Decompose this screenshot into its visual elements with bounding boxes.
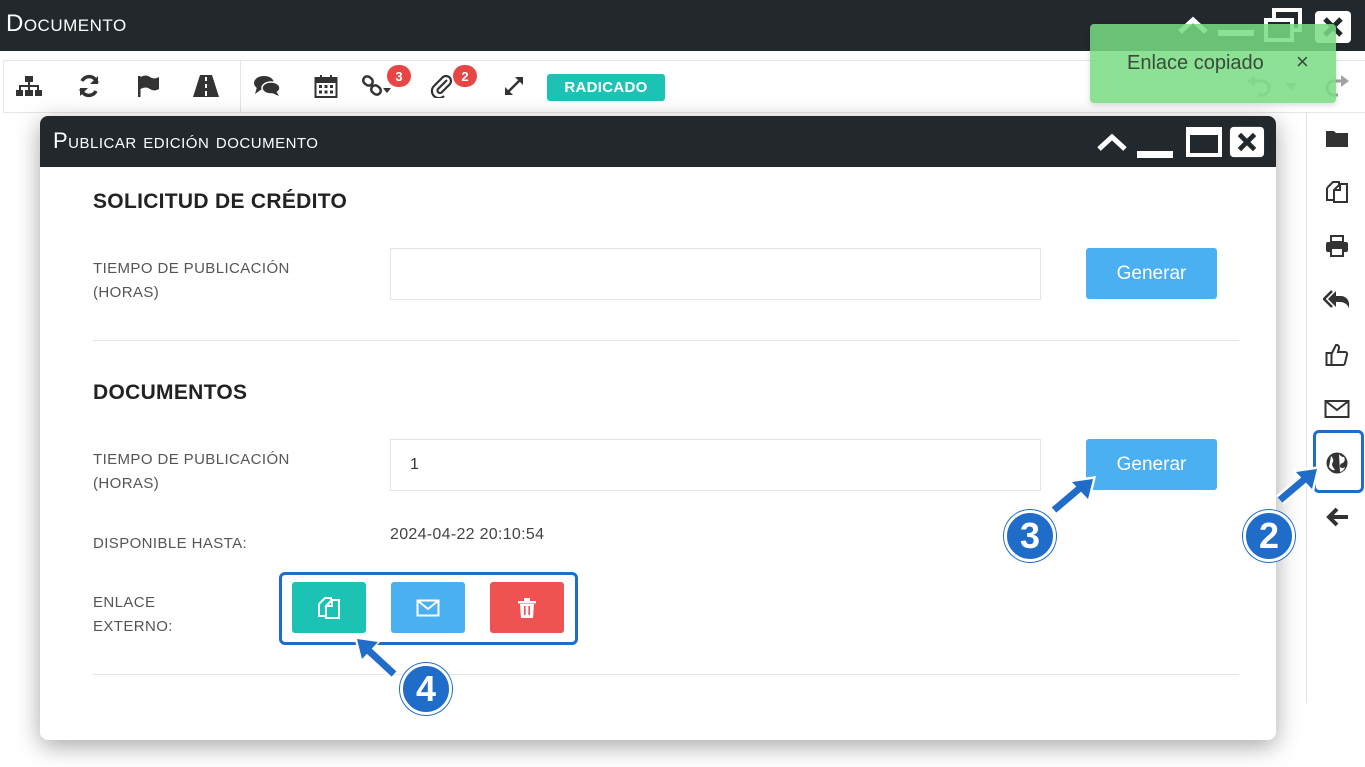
dialog-close-icon[interactable] [1229, 126, 1265, 158]
status-badge: RADICADO [547, 74, 665, 101]
email-icon[interactable] [1322, 394, 1352, 424]
documents-generate-button[interactable]: Generar [1086, 439, 1217, 490]
label-line: EXTERNO: [93, 618, 173, 635]
annotation-arrow-2 [1276, 466, 1320, 505]
links-count-badge: 3 [387, 65, 411, 87]
documents-publication-time-label: TIEMPO DE PUBLICACIÓN (HORAS) [93, 448, 290, 496]
calendar-icon[interactable] [311, 73, 341, 99]
label-line: (HORAS) [93, 284, 160, 301]
toolbar-separator [240, 61, 241, 113]
dialog-minimize-icon[interactable] [1137, 138, 1173, 170]
documents-publication-time-input[interactable]: 1 [390, 439, 1041, 491]
section-divider [93, 340, 1239, 341]
annotation-highlight-link-actions [279, 572, 578, 645]
arrow-left-icon[interactable] [1322, 502, 1352, 532]
available-until-value: 2024-04-22 20:10:54 [390, 526, 545, 543]
credit-generate-button[interactable]: Generar [1086, 248, 1217, 299]
label-line: ENLACE [93, 594, 156, 611]
expand-icon[interactable] [499, 73, 529, 99]
toast-message: Enlace copiado [1127, 52, 1264, 74]
folder-icon[interactable] [1322, 123, 1352, 153]
copy-icon[interactable] [1322, 177, 1352, 207]
reply-all-icon[interactable] [1322, 284, 1352, 314]
publish-dialog: Publicar edición documento SOLICITUD DE … [40, 116, 1276, 740]
section-title-documents: DOCUMENTOS [93, 381, 248, 404]
annotation-step-4: 4 [400, 663, 452, 715]
annotation-step-3: 3 [1004, 510, 1056, 562]
road-icon[interactable] [191, 73, 221, 99]
section-divider [93, 674, 1239, 675]
annotation-step-2: 2 [1243, 510, 1295, 562]
available-until-label: DISPONIBLE HASTA: [93, 535, 248, 552]
attachments-count-badge: 2 [453, 65, 477, 87]
annotation-arrow-4 [354, 636, 399, 679]
toast-close-button[interactable]: × [1296, 49, 1309, 75]
dialog-header: Publicar edición documento [40, 116, 1276, 167]
refresh-icon[interactable] [74, 73, 104, 99]
dialog-collapse-icon[interactable] [1094, 126, 1130, 158]
print-icon[interactable] [1322, 231, 1352, 261]
annotation-arrow-3 [1050, 476, 1096, 515]
sidebar-divider [1306, 113, 1307, 703]
section-title-credit: SOLICITUD DE CRÉDITO [93, 190, 348, 213]
org-chart-icon[interactable] [14, 73, 44, 99]
label-line: (HORAS) [93, 475, 160, 492]
links-icon[interactable]: 3 [361, 65, 411, 99]
credit-publication-time-input[interactable] [390, 248, 1041, 300]
thumbs-up-icon[interactable] [1322, 340, 1352, 370]
label-line: TIEMPO DE PUBLICACIÓN [93, 260, 290, 277]
external-link-label: ENLACE EXTERNO: [93, 591, 173, 639]
dialog-maximize-icon[interactable] [1186, 126, 1222, 158]
comments-icon[interactable] [252, 73, 282, 99]
dialog-title: Publicar edición documento [53, 128, 319, 153]
publication-time-label: TIEMPO DE PUBLICACIÓN (HORAS) [93, 257, 290, 305]
toast-notification: Enlace copiado × [1090, 24, 1336, 103]
window-title: Documento [6, 10, 127, 37]
paperclip-icon[interactable]: 2 [427, 65, 477, 99]
flag-icon[interactable] [133, 73, 163, 99]
label-line: TIEMPO DE PUBLICACIÓN [93, 451, 290, 468]
